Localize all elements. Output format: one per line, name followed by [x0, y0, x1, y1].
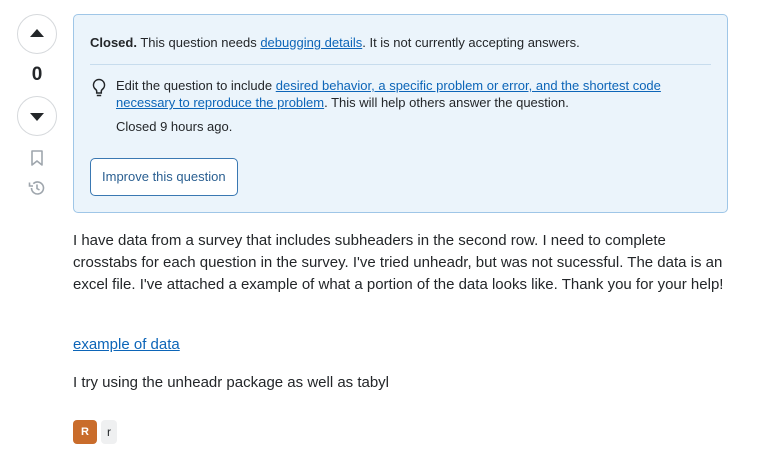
- post-paragraph: I try using the unheadr package as well …: [73, 374, 390, 391]
- post-paragraph: I have data from a survey that includes …: [73, 232, 724, 293]
- arrow-up-icon: [30, 29, 44, 37]
- r-language-tag-icon[interactable]: R: [73, 420, 97, 444]
- post-link-paragraph: example of data: [73, 334, 180, 356]
- debugging-details-link[interactable]: debugging details: [260, 35, 362, 50]
- downvote-button[interactable]: [17, 96, 57, 136]
- closed-reason-prefix: This question needs: [136, 35, 261, 50]
- vote-count: 0: [31, 64, 43, 85]
- closed-reason-suffix: . It is not currently accepting answers.: [362, 35, 580, 50]
- vote-column: 0: [17, 14, 57, 200]
- closed-timestamp: Closed 9 hours ago.: [116, 119, 233, 134]
- closed-notice-header: Closed. This question needs debugging de…: [90, 34, 580, 51]
- upvote-button[interactable]: [17, 14, 57, 54]
- example-data-link[interactable]: example of data: [73, 336, 180, 353]
- bookmark-button[interactable]: [25, 146, 49, 170]
- notice-guidance: Edit the question to include desired beh…: [116, 77, 716, 111]
- guidance-prefix: Edit the question to include: [116, 78, 276, 93]
- guidance-suffix: . This will help others answer the quest…: [324, 95, 569, 110]
- improve-question-button[interactable]: Improve this question: [90, 158, 238, 196]
- history-button[interactable]: [25, 176, 49, 200]
- closed-status: Closed.: [90, 35, 137, 50]
- lightbulb-icon: [92, 78, 106, 97]
- tag-r[interactable]: r: [101, 420, 117, 444]
- arrow-down-icon: [30, 113, 44, 121]
- notice-divider: [90, 64, 711, 65]
- tag-list: R r: [73, 420, 117, 444]
- history-icon: [28, 181, 45, 195]
- bookmark-icon: [31, 150, 43, 166]
- closed-notice: Closed. This question needs debugging de…: [73, 14, 728, 213]
